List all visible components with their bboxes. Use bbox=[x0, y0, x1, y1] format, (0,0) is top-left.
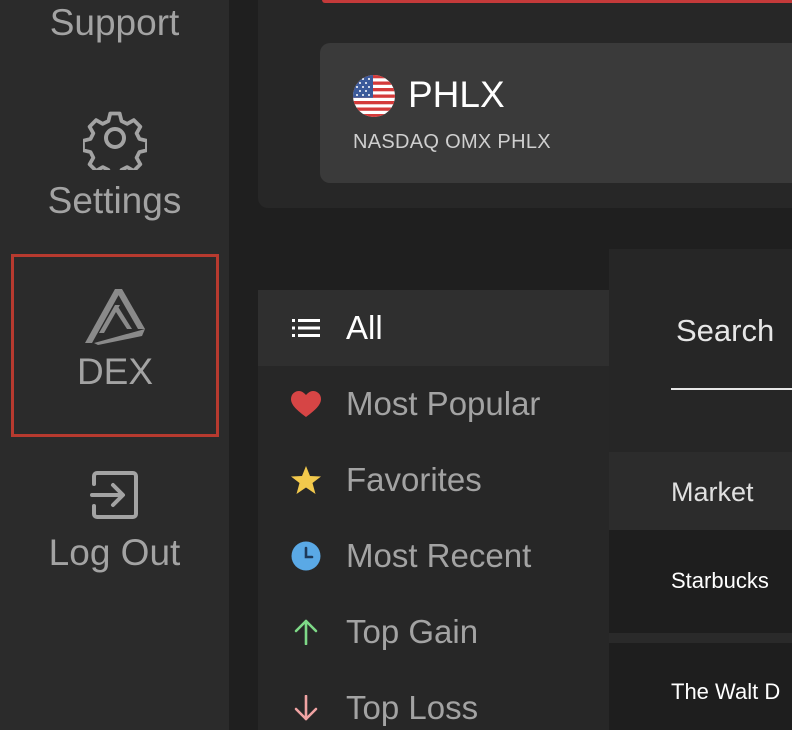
gear-icon bbox=[82, 106, 147, 170]
sidebar-item-logout[interactable]: Log Out bbox=[0, 470, 229, 571]
exchange-name: NASDAQ OMX PHLX bbox=[353, 131, 551, 153]
star-icon bbox=[291, 465, 321, 495]
sidebar-item-settings[interactable]: Settings bbox=[0, 106, 229, 219]
filter-item-most-recent[interactable]: Most Recent bbox=[258, 518, 609, 594]
accent-bar bbox=[322, 0, 792, 3]
arrow-up-icon bbox=[291, 617, 321, 647]
logout-icon bbox=[89, 470, 140, 520]
heart-icon bbox=[291, 389, 321, 419]
table-header: Market bbox=[609, 452, 792, 530]
clock-icon bbox=[291, 541, 321, 571]
sidebar-item-label: Log Out bbox=[48, 532, 181, 573]
market-content: Search Market Starbucks The Walt D bbox=[609, 249, 792, 730]
filter-item-favorites[interactable]: Favorites bbox=[258, 442, 609, 518]
tab-search[interactable]: Search bbox=[676, 313, 774, 349]
tab-underline bbox=[671, 388, 792, 390]
us-flag-icon bbox=[353, 75, 395, 117]
table-row[interactable]: Starbucks bbox=[609, 530, 792, 633]
sidebar-item-support[interactable]: Support bbox=[0, 4, 229, 41]
filter-list: All Most Popular Favorites Most Recent T… bbox=[258, 290, 609, 730]
filter-label: All bbox=[346, 309, 383, 346]
filter-item-all[interactable]: All bbox=[258, 290, 609, 366]
filter-label: Top Gain bbox=[346, 613, 479, 650]
market-name: The Walt D bbox=[671, 679, 781, 704]
list-icon bbox=[291, 313, 321, 343]
table-row[interactable]: The Walt D bbox=[609, 643, 792, 730]
sidebar-item-dex[interactable]: DEX bbox=[11, 254, 219, 437]
sidebar-item-label: DEX bbox=[76, 351, 154, 392]
filter-label: Favorites bbox=[346, 461, 482, 498]
filter-item-most-popular[interactable]: Most Popular bbox=[258, 366, 609, 442]
row-divider bbox=[609, 633, 792, 643]
column-header-market[interactable]: Market bbox=[671, 477, 754, 508]
filter-label: Top Loss bbox=[346, 689, 479, 726]
sidebar: Support Settings DEX Log Out bbox=[0, 0, 229, 730]
exchange-card[interactable]: PHLX NASDAQ OMX PHLX bbox=[320, 43, 792, 183]
filter-label: Most Popular bbox=[346, 385, 541, 422]
arrow-down-icon bbox=[291, 693, 321, 723]
sidebar-item-label: Settings bbox=[47, 180, 182, 221]
filter-item-top-gain[interactable]: Top Gain bbox=[258, 594, 609, 670]
sidebar-item-label: Support bbox=[49, 2, 180, 43]
filter-label: Most Recent bbox=[346, 537, 532, 574]
market-name: Starbucks bbox=[671, 568, 769, 593]
exchange-code: PHLX bbox=[408, 74, 505, 115]
dex-logo-icon bbox=[84, 287, 146, 345]
filter-item-top-loss[interactable]: Top Loss bbox=[258, 670, 609, 730]
